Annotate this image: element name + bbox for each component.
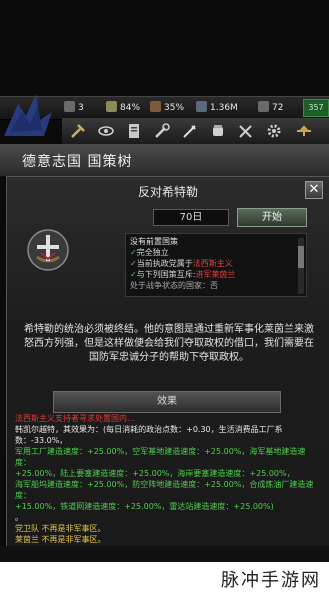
settings-button[interactable] [264,121,284,141]
factories-counter[interactable]: 72 [258,100,283,116]
manpower-icon [196,101,207,112]
effects-list: 法西斯主义支持者寻求处置国内... 韩凯尔越特，其效果为：(每日消耗的政治点数：… [15,413,321,543]
logistics-button[interactable] [236,121,256,141]
pen-icon [183,125,196,138]
effect-line: +15.00%，铁道网建造速度：+25.00%，雷达站建造速度：+25.00%) [15,502,274,511]
requirements-panel[interactable]: 没有前置国策 ✓完全独立 ✓当前执政党属于法西斯主义 ✓与下列国策互斥:进军莱茵… [125,233,307,297]
gear-icon [267,124,281,138]
requirements-scrollbar[interactable] [298,238,304,294]
effect-line: 海军船坞建造速度：+25.00%，防空阵地建造速度：+25.00%，合成炼油厂建… [15,480,314,500]
close-icon: ✕ [308,182,320,197]
fist-icon [213,125,223,136]
effects-header: 效果 [53,391,281,413]
scrollbar-thumb[interactable] [298,246,304,268]
wrench-icon [155,123,170,138]
production-button[interactable] [180,121,200,141]
diplomacy-button[interactable] [68,121,88,141]
divisions-icon [64,101,75,112]
war-support-icon [150,101,161,112]
war-support-counter[interactable]: 35% [150,100,184,116]
bottom-strip [0,546,329,562]
recruit-button[interactable] [208,121,228,141]
requirement-line: ✓当前执政党属于法西斯主义 [130,259,233,268]
tools-icon [239,125,252,138]
eye-icon [98,126,114,136]
army-button[interactable] [294,121,314,141]
close-button[interactable]: ✕ [305,181,323,199]
requirements-header: 没有前置国策 [130,237,178,246]
hammer-icon [71,124,85,138]
effect-line: +25.00%，陆上要塞建造速度：+25.00%，海岸要塞建造速度：+25.00… [15,469,295,478]
requirement-line: 处于战争状态的国家：否 [130,281,218,290]
effect-line: 法西斯主义支持者寻求处置国内... [15,414,135,423]
manpower-counter[interactable]: 1.36M [196,100,238,116]
focus-emblem-icon [27,229,69,271]
focus-tree-header: 德意志国 国策树 [0,144,329,177]
requirement-line: ✓与下列国策互斥:进军莱茵兰 [130,270,236,279]
stability-counter[interactable]: 84% [106,100,140,116]
effect-line: 军用工厂建造速度：+25.00%，空军基地建造速度：+25.00%，海军基地建造… [15,447,306,467]
start-button[interactable]: 开始 [237,208,307,227]
document-icon [129,124,139,138]
country-flag-icon[interactable] [0,86,60,146]
focus-dialog: 反对希特勒 ✕ 70日 开始 没有前置国策 ✓完全独立 ✓当前执政党属于法西斯主… [6,176,329,548]
main-toolbar [62,118,329,145]
intelligence-button[interactable] [96,121,116,141]
effect-line: 党卫队 不再是非军事区。 [15,524,106,533]
focus-description: 希特勒的统治必须被终结。他的意图是通过重新军事化莱茵兰来激怒西方列强，但是这样做… [24,324,314,363]
focus-title: 反对希特勒 [137,185,198,199]
trade-button[interactable] [124,121,144,141]
factory-icon [258,101,269,112]
effect-line: 莱茵兰 不再是非军事区。 [15,535,106,543]
watermark-text: 脉冲手游网 [221,570,321,591]
plane-icon [297,125,311,136]
focus-duration: 70日 [153,209,229,226]
effect-line: 。 [15,513,23,522]
divisions-counter[interactable]: 3 [64,100,84,116]
page-title: 德意志国 国策树 [22,154,133,170]
construction-button[interactable] [152,121,172,141]
stability-icon [106,101,117,112]
requirement-line: ✓完全独立 [130,248,169,257]
political-power-counter[interactable]: 357 [303,99,329,117]
effect-line: 韩凯尔越特，其效果为：(每日消耗的政治点数：+0.30，生活消费品工厂系数：-3… [15,425,283,445]
game-screen: 3 84% 35% 1.36M 72 357 德意志国 国策树 反对希特勒 ✕ … [0,0,329,600]
